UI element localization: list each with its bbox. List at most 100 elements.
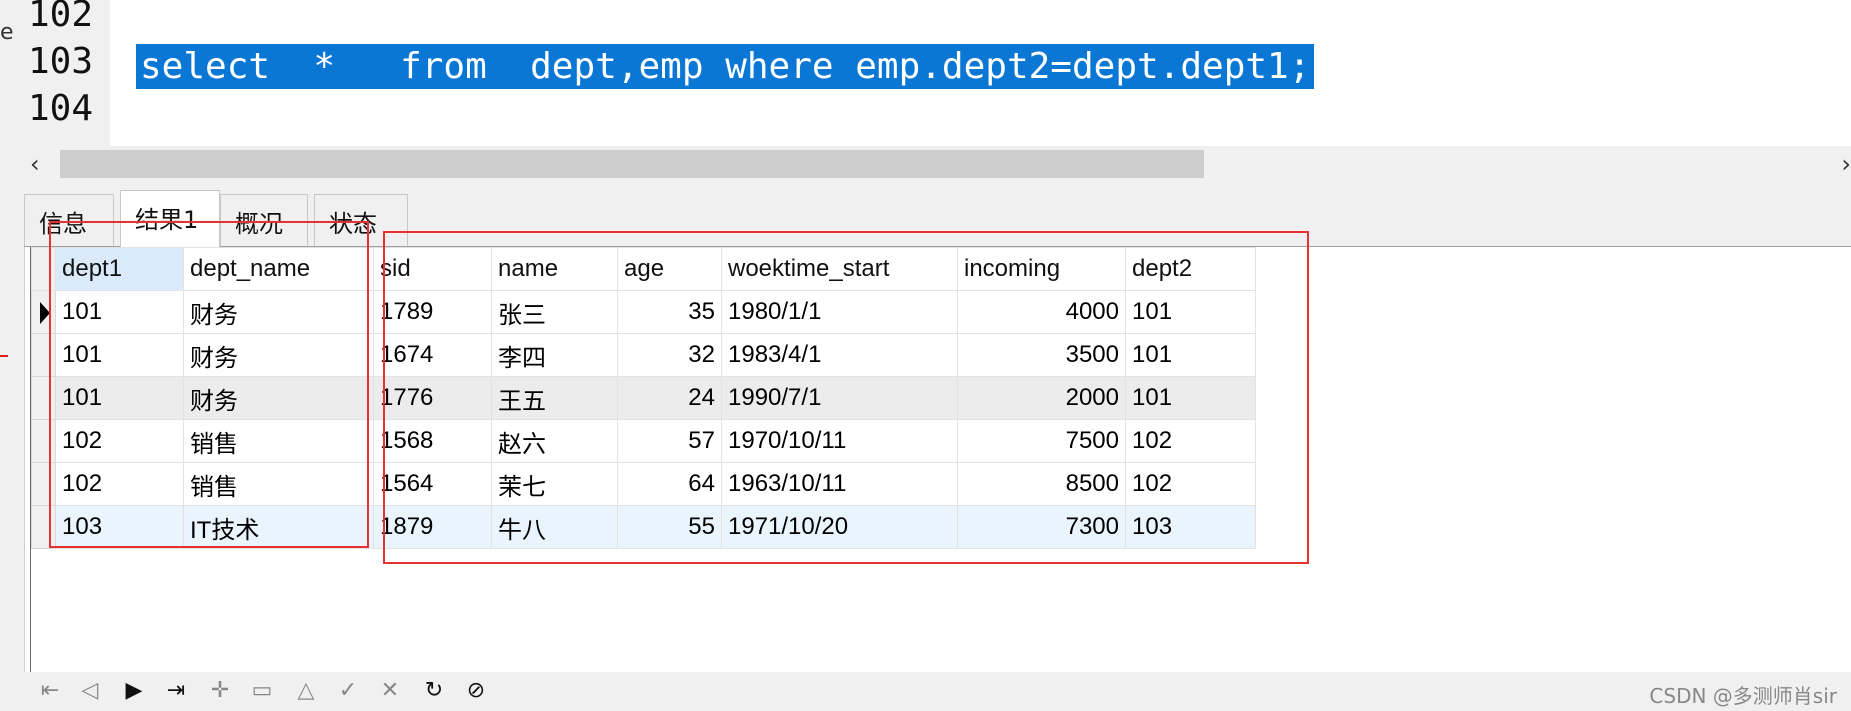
cell-woektime-start[interactable]: 1971/10/20 [721, 505, 958, 549]
cell-sid[interactable]: 1789 [373, 290, 492, 334]
left-panel-strip: e [0, 0, 25, 711]
cell-dept1[interactable]: 101 [55, 333, 184, 377]
cell-incoming[interactable]: 7300 [957, 505, 1126, 549]
delete-record-icon[interactable]: ▭ [246, 676, 278, 706]
table-row[interactable]: 102 销售 1568 赵六 57 1970/10/11 7500 102 [31, 419, 1256, 463]
cell-name[interactable]: 牛八 [491, 505, 618, 549]
cell-dept-name[interactable]: IT技术 [183, 505, 374, 549]
column-header-age[interactable]: age [617, 247, 722, 291]
cell-woektime-start[interactable]: 1990/7/1 [721, 376, 958, 420]
cell-sid[interactable]: 1564 [373, 462, 492, 506]
last-record-icon[interactable]: ⇥ [160, 676, 192, 706]
cell-name[interactable]: 王五 [491, 376, 618, 420]
cell-woektime-start[interactable]: 1980/1/1 [721, 290, 958, 334]
add-record-icon[interactable]: ✛ [204, 676, 236, 706]
result-table: dept1 dept_name sid name age woektime_st… [31, 247, 1256, 549]
table-row[interactable]: 103 IT技术 1879 牛八 55 1971/10/20 7300 103 [31, 505, 1256, 549]
previous-record-icon[interactable]: ◁ [74, 676, 106, 706]
cell-incoming[interactable]: 2000 [957, 376, 1126, 420]
clipped-text: e [0, 20, 14, 45]
cell-age[interactable]: 57 [617, 419, 722, 463]
selected-sql-line[interactable]: select * from dept,emp where emp.dept2=d… [136, 44, 1315, 89]
annotation-mark [0, 355, 8, 357]
cell-sid[interactable]: 1879 [373, 505, 492, 549]
column-header-incoming[interactable]: incoming [957, 247, 1126, 291]
row-indicator[interactable] [31, 376, 56, 420]
stop-icon[interactable]: ⊘ [460, 676, 492, 706]
cancel-icon[interactable]: ✕ [374, 676, 406, 706]
cell-dept1[interactable]: 101 [55, 290, 184, 334]
cell-age[interactable]: 55 [617, 505, 722, 549]
cell-incoming[interactable]: 4000 [957, 290, 1126, 334]
watermark: CSDN @多测师肖sir [1649, 684, 1837, 708]
result-tabs: 信息 结果1 概况 状态 [24, 182, 1851, 247]
header-row: dept1 dept_name sid name age woektime_st… [31, 247, 1256, 291]
cell-sid[interactable]: 1776 [373, 376, 492, 420]
cell-dept-name[interactable]: 销售 [183, 419, 374, 463]
tab-result1[interactable]: 结果1 [120, 190, 220, 247]
cell-dept2[interactable]: 101 [1125, 376, 1256, 420]
row-indicator[interactable] [31, 462, 56, 506]
record-navigation-bar: ⇤ ◁ ▶ ⇥ ✛ ▭ △ ✓ ✕ ↻ ⊘ CSDN @多测师肖sir [24, 672, 1851, 711]
line-number-gutter: 102 103 104 [24, 0, 110, 146]
cell-dept1[interactable]: 102 [55, 462, 184, 506]
column-header-name[interactable]: name [491, 247, 618, 291]
tab-overview[interactable]: 概况 [220, 194, 308, 246]
tab-status[interactable]: 状态 [314, 194, 408, 246]
cell-dept2[interactable]: 101 [1125, 290, 1256, 334]
column-header-sid[interactable]: sid [373, 247, 492, 291]
result-grid[interactable]: dept1 dept_name sid name age woektime_st… [30, 221, 1851, 672]
apply-icon[interactable]: ✓ [332, 676, 364, 706]
table-row[interactable]: 102 销售 1564 茉七 64 1963/10/11 8500 102 [31, 462, 1256, 506]
table-row[interactable]: 101 财务 1674 李四 32 1983/4/1 3500 101 [31, 333, 1256, 377]
cell-woektime-start[interactable]: 1970/10/11 [721, 419, 958, 463]
cell-incoming[interactable]: 7500 [957, 419, 1126, 463]
table-row[interactable]: 101 财务 1776 王五 24 1990/7/1 2000 101 [31, 376, 1256, 420]
next-record-icon[interactable]: ▶ [118, 676, 150, 706]
cell-dept-name[interactable]: 财务 [183, 376, 374, 420]
cell-incoming[interactable]: 8500 [957, 462, 1126, 506]
cell-name[interactable]: 茉七 [491, 462, 618, 506]
cell-sid[interactable]: 1674 [373, 333, 492, 377]
table-row[interactable]: 101 财务 1789 张三 35 1980/1/1 4000 101 [31, 290, 1256, 334]
cell-dept2[interactable]: 103 [1125, 505, 1256, 549]
tab-info[interactable]: 信息 [24, 194, 114, 246]
scroll-right-icon[interactable]: › [1841, 150, 1851, 178]
scroll-left-icon[interactable]: ‹ [30, 150, 40, 178]
column-header-dept-name[interactable]: dept_name [183, 247, 374, 291]
refresh-icon[interactable]: ↻ [418, 676, 450, 706]
cell-name[interactable]: 赵六 [491, 419, 618, 463]
cell-dept1[interactable]: 102 [55, 419, 184, 463]
cell-age[interactable]: 32 [617, 333, 722, 377]
row-indicator[interactable] [31, 505, 56, 549]
cell-dept2[interactable]: 102 [1125, 462, 1256, 506]
cell-name[interactable]: 李四 [491, 333, 618, 377]
cell-dept-name[interactable]: 销售 [183, 462, 374, 506]
scrollbar-thumb[interactable] [60, 150, 1204, 178]
cell-woektime-start[interactable]: 1983/4/1 [721, 333, 958, 377]
cell-dept1[interactable]: 101 [55, 376, 184, 420]
cell-sid[interactable]: 1568 [373, 419, 492, 463]
column-header-dept2[interactable]: dept2 [1125, 247, 1256, 291]
cell-dept-name[interactable]: 财务 [183, 333, 374, 377]
row-indicator[interactable] [31, 290, 56, 334]
cell-name[interactable]: 张三 [491, 290, 618, 334]
cell-dept2[interactable]: 101 [1125, 333, 1256, 377]
cell-dept1[interactable]: 103 [55, 505, 184, 549]
cell-dept2[interactable]: 102 [1125, 419, 1256, 463]
row-indicator[interactable] [31, 333, 56, 377]
cell-age[interactable]: 35 [617, 290, 722, 334]
first-record-icon[interactable]: ⇤ [34, 676, 66, 706]
column-header-dept1[interactable]: dept1 [55, 247, 184, 291]
cell-dept-name[interactable]: 财务 [183, 290, 374, 334]
edit-record-icon[interactable]: △ [290, 676, 322, 706]
row-indicator[interactable] [31, 419, 56, 463]
horizontal-scrollbar[interactable]: ‹ › [24, 146, 1851, 182]
sql-editor[interactable]: 102 103 104 select * from dept,emp where… [24, 0, 1851, 146]
column-header-woektime-start[interactable]: woektime_start [721, 247, 958, 291]
cell-incoming[interactable]: 3500 [957, 333, 1126, 377]
cell-woektime-start[interactable]: 1963/10/11 [721, 462, 958, 506]
cell-age[interactable]: 24 [617, 376, 722, 420]
line-number: 103 [28, 41, 94, 82]
cell-age[interactable]: 64 [617, 462, 722, 506]
